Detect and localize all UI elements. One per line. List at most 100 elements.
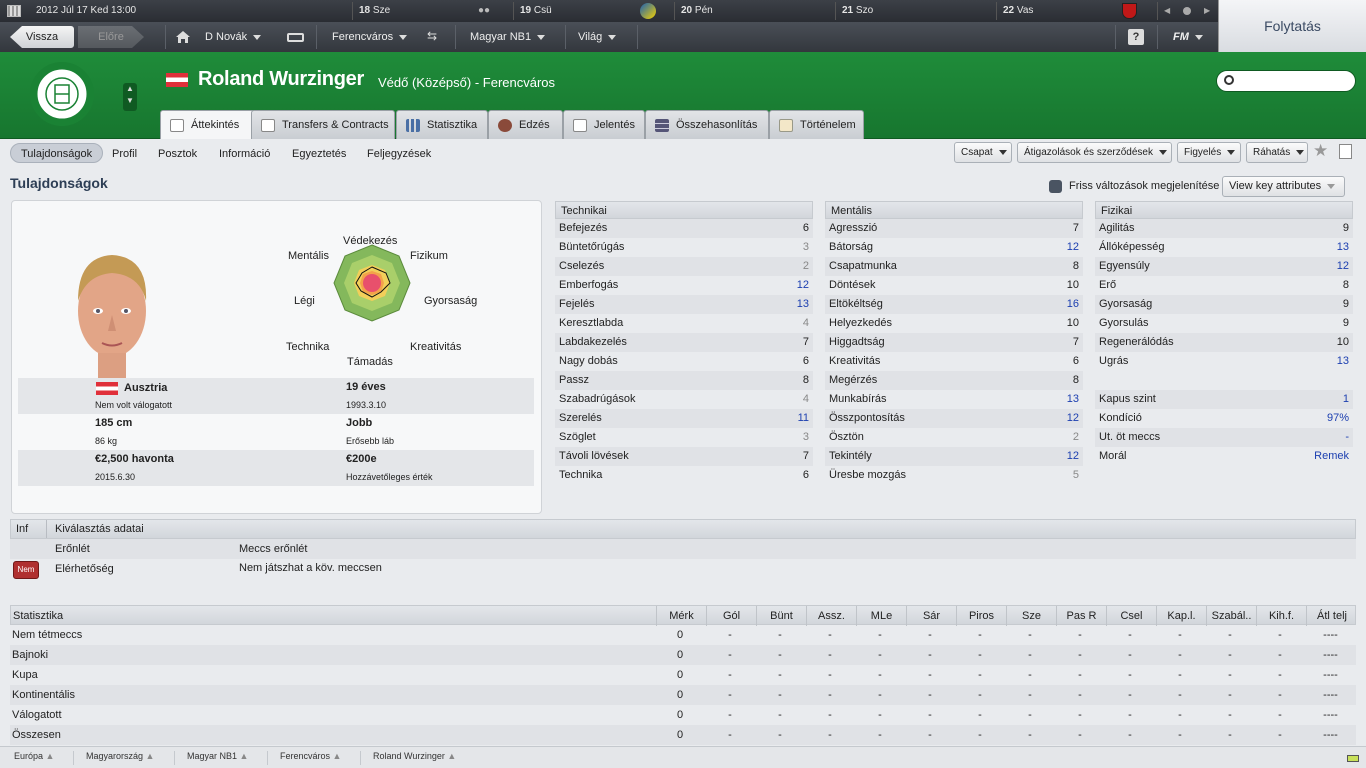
stats-column-header[interactable]: Pas R: [1056, 606, 1106, 626]
breadcrumb-europe[interactable]: Európa ▲: [14, 751, 54, 761]
attribute-value: 8: [1072, 374, 1079, 386]
stats-cell: -: [878, 729, 882, 741]
stats-cell: -: [978, 709, 982, 721]
breadcrumb-league[interactable]: Magyar NB1 ▲: [187, 751, 248, 761]
day-21[interactable]: 21 Szo: [842, 0, 873, 22]
attribute-row: Emberfogás 12: [555, 276, 813, 295]
radar-label-speed: Gyorsaság: [424, 295, 478, 307]
stats-column-header[interactable]: Bünt: [756, 606, 806, 626]
world-menu[interactable]: Világ: [578, 26, 638, 48]
condition-name: Kondíció: [1099, 412, 1142, 424]
stats-cell: -: [978, 649, 982, 661]
swap-icon[interactable]: ⇆: [427, 29, 437, 43]
forward-button[interactable]: Előre: [78, 26, 144, 48]
attribute-name: Bátorság: [829, 241, 874, 253]
view-key-attributes-button[interactable]: View key attributes: [1222, 176, 1345, 197]
player-switch-stepper[interactable]: ▲ ▼: [123, 83, 137, 111]
stats-column-header[interactable]: Statisztika: [11, 606, 646, 626]
add-note-icon[interactable]: [1339, 144, 1352, 159]
day-22[interactable]: 22 Vas: [1003, 0, 1033, 22]
scouting-dropdown[interactable]: Figyelés: [1177, 142, 1241, 163]
next-arrow-icon[interactable]: ▶: [1204, 6, 1210, 15]
stats-cell: 0: [676, 729, 684, 741]
stats-column-header[interactable]: Mérk: [656, 606, 706, 626]
attribute-value: 7: [802, 450, 809, 462]
stats-column-header[interactable]: Kap.l.: [1156, 606, 1206, 626]
fm-menu[interactable]: FM: [1168, 26, 1208, 48]
attribute-value: 4: [802, 393, 809, 405]
interaction-dropdown[interactable]: Ráhatás: [1246, 142, 1308, 163]
stats-column-header[interactable]: MLe: [856, 606, 906, 626]
stats-cell: -: [1028, 729, 1032, 741]
inbox-icon[interactable]: [287, 33, 304, 42]
nationality-flag-icon: [166, 73, 188, 87]
stats-column-header[interactable]: Assz.: [806, 606, 856, 626]
subnav-notes[interactable]: Feljegyzések: [367, 144, 431, 164]
tab-statistics[interactable]: Statisztika: [396, 110, 488, 139]
subnav-positions[interactable]: Posztok: [158, 144, 197, 164]
stats-cell: Összesen: [12, 729, 61, 741]
attribute-value: 6: [1072, 355, 1079, 367]
stats-column-header[interactable]: Sze: [1006, 606, 1056, 626]
attribute-name: Büntetőrúgás: [559, 241, 625, 253]
day-20[interactable]: 20 Pén: [681, 0, 713, 22]
continue-button[interactable]: Folytatás: [1218, 0, 1366, 52]
subnav-profile[interactable]: Profil: [112, 144, 137, 164]
search-input[interactable]: [1216, 70, 1356, 92]
attribute-name: Szerelés: [559, 412, 602, 424]
tab-history[interactable]: Történelem: [769, 110, 864, 139]
manager-menu[interactable]: D Novák: [205, 26, 275, 48]
stats-column-header[interactable]: Szabál..: [1206, 606, 1256, 626]
league-menu[interactable]: Magyar NB1: [470, 26, 560, 48]
attribute-value: 7: [1072, 336, 1079, 348]
tab-overview[interactable]: Áttekintés: [160, 110, 255, 139]
stats-column-header[interactable]: Átl telj: [1306, 606, 1357, 626]
stats-column-header[interactable]: Gól: [706, 606, 756, 626]
attribute-value: 8: [1342, 279, 1349, 291]
attribute-value: 6: [802, 469, 809, 481]
stats-cell: -: [1028, 709, 1032, 721]
attribute-row: Technika 6: [555, 466, 813, 485]
help-button[interactable]: ?: [1128, 29, 1144, 45]
breadcrumb-hungary[interactable]: Magyarország ▲: [86, 751, 154, 761]
day-18[interactable]: 18 Sze: [359, 0, 390, 22]
stats-column-header[interactable]: Sár: [906, 606, 956, 626]
day-19[interactable]: 19 Csü: [520, 0, 552, 22]
tab-compare[interactable]: Összehasonlítás: [645, 110, 769, 139]
club-menu[interactable]: Ferencváros: [332, 26, 422, 48]
attribute-name: Ugrás: [1099, 355, 1129, 367]
radar-label-creativity: Kreativitás: [410, 341, 462, 353]
stats-column-header[interactable]: Kih.f.: [1256, 606, 1306, 626]
subnav-information[interactable]: Információ: [219, 144, 270, 164]
stats-column-header[interactable]: Csel: [1106, 606, 1156, 626]
subnav-attributes[interactable]: Tulajdonságok: [10, 143, 104, 163]
transfers-dropdown[interactable]: Átigazolások és szerződések: [1017, 142, 1172, 163]
tab-report[interactable]: Jelentés: [563, 110, 645, 139]
squad-dropdown[interactable]: Csapat: [954, 142, 1012, 163]
stats-cell: -: [928, 729, 932, 741]
radar-label-attacking: Támadás: [347, 356, 393, 368]
prev-arrow-icon[interactable]: ◀: [1164, 6, 1170, 15]
stats-cell: -: [1028, 629, 1032, 641]
breadcrumb-club[interactable]: Ferencváros ▲: [280, 751, 341, 761]
stats-cell: -: [1228, 649, 1232, 661]
tab-training[interactable]: Edzés: [488, 110, 563, 139]
attribute-name: Szabadrúgások: [559, 393, 636, 405]
home-icon[interactable]: [175, 30, 191, 44]
subnav-negotiation[interactable]: Egyeztetés: [292, 144, 346, 164]
stats-cell: -: [978, 629, 982, 641]
tab-transfers[interactable]: Transfers & Contracts: [251, 110, 395, 139]
calendar-icon[interactable]: [7, 5, 21, 17]
back-button[interactable]: Vissza: [10, 26, 74, 48]
stats-cell: -: [728, 669, 732, 681]
breadcrumb-player[interactable]: Roland Wurzinger ▲: [373, 751, 456, 761]
stats-cell: -: [1128, 709, 1132, 721]
attribute-row: Szerelés 11: [555, 409, 813, 428]
stats-cell: 0: [676, 669, 684, 681]
recent-changes-checkbox[interactable]: [1049, 180, 1062, 193]
star-icon[interactable]: ★: [1313, 141, 1328, 161]
attribute-name: Összpontosítás: [829, 412, 905, 424]
stats-cell: -: [928, 689, 932, 701]
attribute-radar-chart: [333, 244, 411, 322]
stats-column-header[interactable]: Piros: [956, 606, 1006, 626]
